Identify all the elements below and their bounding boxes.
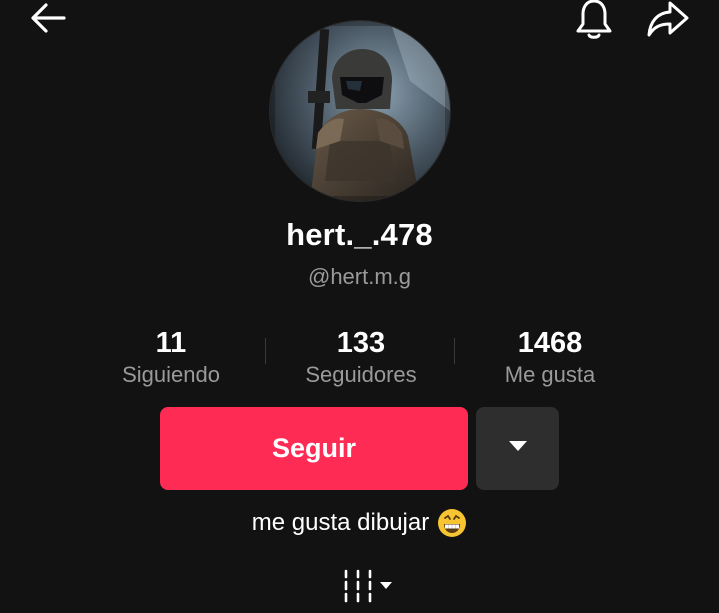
- avatar[interactable]: [270, 21, 450, 201]
- stat-following[interactable]: 11 Siguiendo: [81, 326, 261, 389]
- stat-label: Seguidores: [305, 362, 417, 387]
- bio: me gusta dibujar: [0, 508, 719, 538]
- stat-likes[interactable]: 1468 Me gusta: [460, 326, 640, 389]
- share-arrow-icon: [646, 0, 690, 43]
- share-button[interactable]: [640, 0, 696, 42]
- stat-value: 11: [155, 327, 187, 359]
- follow-button-label: Seguir: [271, 433, 357, 463]
- stat-divider: [265, 338, 266, 364]
- stat-divider: [454, 338, 455, 364]
- stat-followers[interactable]: 133 Seguidores: [271, 326, 451, 389]
- follow-button[interactable]: Seguir: [160, 407, 468, 490]
- stat-label: Me gusta: [504, 362, 596, 387]
- back-button[interactable]: [22, 0, 74, 40]
- stat-value: 1468: [517, 327, 583, 359]
- grinning-face-emoji: [437, 508, 467, 538]
- stat-label: Siguiendo: [122, 362, 220, 387]
- arrow-left-icon: [28, 0, 68, 41]
- grid-view-toggle[interactable]: [336, 568, 400, 608]
- bell-icon: [574, 0, 614, 45]
- stat-value: 133: [336, 327, 386, 359]
- bio-text: me gusta dibujar: [251, 509, 430, 536]
- avatar-photo: [270, 21, 450, 201]
- notifications-button[interactable]: [568, 0, 620, 42]
- suggested-accounts-button[interactable]: [476, 407, 559, 490]
- caret-down-icon: [507, 439, 529, 458]
- username-handle: @hert.m.g: [307, 264, 412, 289]
- display-name: hert._.478: [286, 217, 433, 252]
- grid-columns-icon: [339, 568, 397, 609]
